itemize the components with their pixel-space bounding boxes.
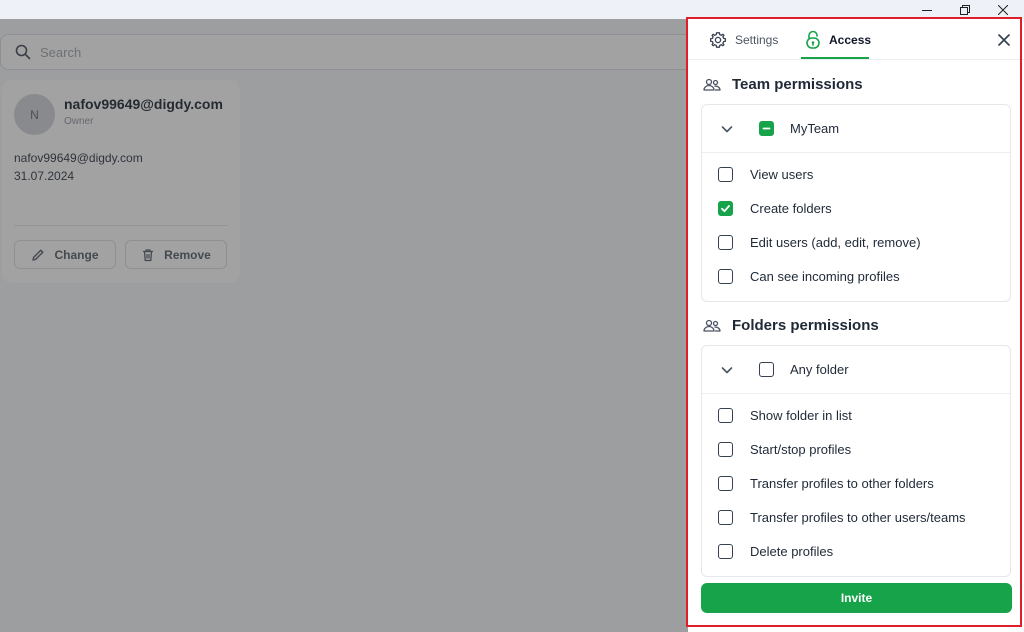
lock-icon bbox=[806, 30, 820, 49]
tab-settings[interactable]: Settings bbox=[709, 19, 778, 60]
permission-row[interactable]: View users bbox=[718, 167, 813, 182]
gear-icon bbox=[709, 31, 727, 48]
permission-checkbox[interactable] bbox=[718, 544, 733, 559]
permission-row[interactable]: Delete profiles bbox=[718, 544, 833, 559]
chevron-down-icon[interactable] bbox=[720, 122, 734, 136]
team-permissions-title: Team permissions bbox=[732, 76, 863, 93]
permission-checkbox[interactable] bbox=[718, 476, 733, 491]
users-icon bbox=[703, 319, 721, 332]
permission-checkbox[interactable] bbox=[718, 442, 733, 457]
tab-settings-label: Settings bbox=[735, 32, 779, 47]
permission-checkbox[interactable] bbox=[718, 167, 733, 182]
team-permissions-heading: Team permissions bbox=[703, 76, 863, 93]
close-window-icon[interactable] bbox=[984, 0, 1022, 19]
permission-row[interactable]: Create folders bbox=[718, 201, 832, 216]
folder-name: Any folder bbox=[790, 362, 849, 377]
permission-checkbox[interactable] bbox=[718, 201, 733, 216]
close-icon[interactable] bbox=[994, 30, 1014, 50]
permission-label: Create folders bbox=[750, 201, 832, 216]
permission-row[interactable]: Can see incoming profiles bbox=[718, 269, 900, 284]
active-tab-indicator bbox=[801, 57, 869, 59]
invite-button[interactable]: Invite bbox=[701, 583, 1012, 613]
permission-label: Transfer profiles to other folders bbox=[750, 476, 934, 491]
team-group-header[interactable]: MyTeam bbox=[702, 105, 1010, 153]
modal-backdrop[interactable] bbox=[0, 19, 688, 632]
permission-row[interactable]: Transfer profiles to other folders bbox=[718, 476, 934, 491]
tab-access[interactable]: Access bbox=[805, 19, 871, 60]
folders-permissions-title: Folders permissions bbox=[732, 317, 879, 334]
tab-access-label: Access bbox=[829, 32, 872, 47]
permission-checkbox[interactable] bbox=[718, 408, 733, 423]
window-title-bar bbox=[0, 0, 1024, 19]
permission-checkbox[interactable] bbox=[718, 510, 733, 525]
permission-label: Can see incoming profiles bbox=[750, 269, 900, 284]
permission-row[interactable]: Start/stop profiles bbox=[718, 442, 851, 457]
access-panel: Settings Access Team permissions MyTeam … bbox=[688, 19, 1024, 632]
permission-label: Edit users (add, edit, remove) bbox=[750, 235, 921, 250]
team-checkbox[interactable] bbox=[759, 121, 774, 136]
folder-checkbox[interactable] bbox=[759, 362, 774, 377]
folders-permissions-group: Any folder Show folder in list Start/sto… bbox=[701, 345, 1011, 577]
permission-label: Start/stop profiles bbox=[750, 442, 852, 457]
users-icon bbox=[703, 78, 721, 91]
permission-label: Show folder in list bbox=[750, 408, 852, 423]
folder-group-header[interactable]: Any folder bbox=[702, 346, 1010, 394]
permission-row[interactable]: Show folder in list bbox=[718, 408, 852, 423]
minimize-icon[interactable] bbox=[908, 0, 946, 19]
permission-label: Transfer profiles to other users/teams bbox=[750, 510, 966, 525]
permission-checkbox[interactable] bbox=[718, 269, 733, 284]
panel-tabs: Settings Access bbox=[688, 19, 1024, 60]
permission-label: View users bbox=[750, 167, 814, 182]
team-permissions-group: MyTeam View users Create folders Edit us… bbox=[701, 104, 1011, 302]
permission-row[interactable]: Transfer profiles to other users/teams bbox=[718, 510, 966, 525]
chevron-down-icon[interactable] bbox=[720, 363, 734, 377]
permission-row[interactable]: Edit users (add, edit, remove) bbox=[718, 235, 921, 250]
folders-permissions-heading: Folders permissions bbox=[703, 317, 879, 334]
permission-checkbox[interactable] bbox=[718, 235, 733, 250]
permission-label: Delete profiles bbox=[750, 544, 834, 559]
restore-icon[interactable] bbox=[946, 0, 984, 19]
team-name: MyTeam bbox=[790, 121, 840, 136]
